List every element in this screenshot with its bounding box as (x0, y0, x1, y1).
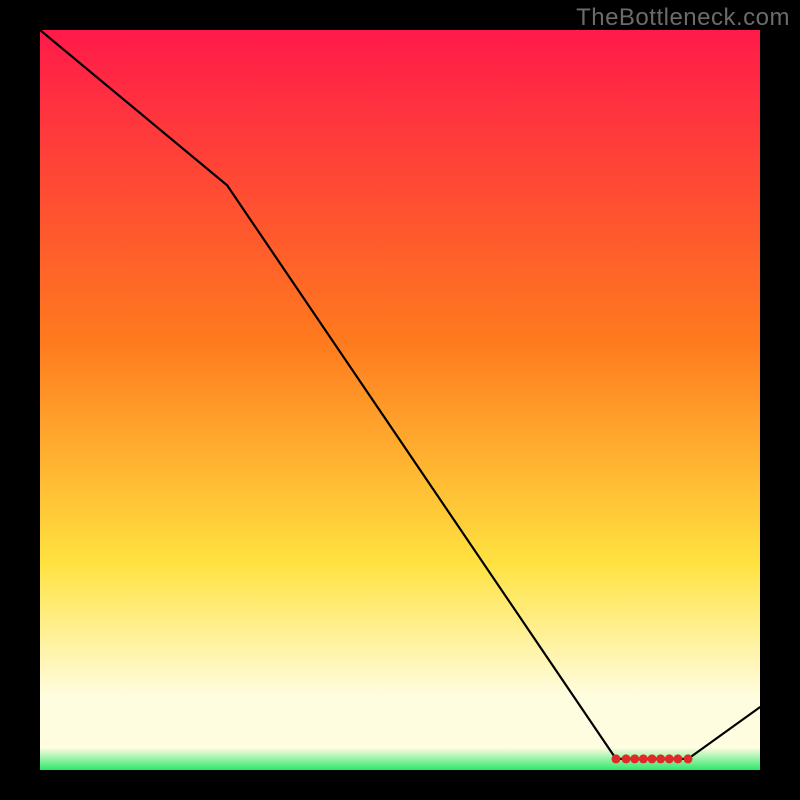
data-marker (639, 754, 648, 763)
data-marker (648, 754, 657, 763)
data-marker (684, 754, 693, 763)
data-marker (656, 754, 665, 763)
data-marker (622, 754, 631, 763)
data-marker (630, 754, 639, 763)
bottleneck-chart (0, 0, 800, 800)
chart-container: TheBottleneck.com (0, 0, 800, 800)
plot-background (40, 30, 760, 770)
data-marker (673, 754, 682, 763)
marker-group (612, 754, 693, 763)
data-marker (665, 754, 674, 763)
data-marker (612, 754, 621, 763)
